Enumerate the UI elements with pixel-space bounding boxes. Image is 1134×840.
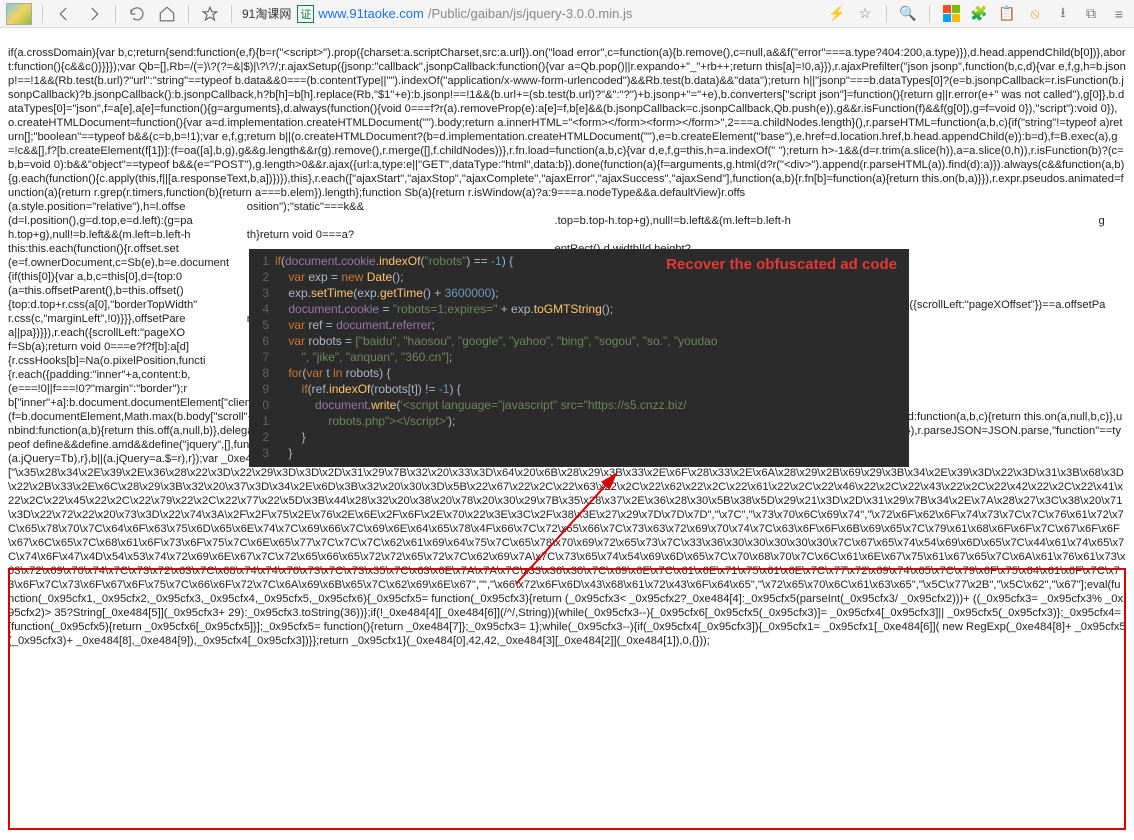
code-segment-1: if(a.crossDomain){var b,c;return{send:fu… xyxy=(8,47,1126,199)
favorite-button[interactable] xyxy=(199,3,221,25)
browser-toolbar: 91淘课网 证 www.91taoke.com/Public/gaiban/js… xyxy=(0,0,1134,28)
download-icon[interactable]: ⭳ xyxy=(1054,5,1072,23)
overlay-line: exp.setTime(exp.getTime() + 3600000); xyxy=(275,285,909,301)
overlay-line: if(ref.indexOf(robots[t]) != -1) { xyxy=(275,381,909,397)
back-button[interactable] xyxy=(53,3,75,25)
page-thumbnail xyxy=(6,3,32,25)
overlay-line: } xyxy=(275,429,909,445)
star-icon[interactable]: ☆ xyxy=(856,5,874,23)
separator xyxy=(115,5,116,23)
separator xyxy=(42,5,43,23)
overlay-line: document.cookie = "robots=1;expires=" + … xyxy=(275,301,909,317)
https-badge: 证 xyxy=(297,5,314,23)
block-icon[interactable]: ⦸ xyxy=(1026,5,1044,23)
overlay-line: robots.php"><\/script>'); xyxy=(275,413,909,429)
forward-button[interactable] xyxy=(83,3,105,25)
overlay-line: } xyxy=(275,445,909,461)
code-segment-2-left: (a.style.position="relative"),h=l.offse … xyxy=(8,200,240,396)
annotation-box xyxy=(8,568,1126,830)
pip-icon[interactable]: ⧉ xyxy=(1082,5,1100,23)
separator xyxy=(231,5,232,23)
overlay-line: var ref = document.referrer; xyxy=(275,317,909,333)
address-bar[interactable]: 91淘课网 证 www.91taoke.com/Public/gaiban/js… xyxy=(242,5,820,23)
overlay-title: Recover the obfuscated ad code xyxy=(666,257,897,273)
annotation-arrow xyxy=(506,464,636,594)
home-button[interactable] xyxy=(156,3,178,25)
code-overlay: Recover the obfuscated ad code 1if(docum… xyxy=(249,249,909,467)
separator xyxy=(886,5,887,23)
ms-apps-icon[interactable] xyxy=(942,5,960,23)
menu-icon[interactable]: ≡ xyxy=(1110,5,1128,23)
clipboard-icon[interactable]: 📋 xyxy=(998,5,1016,23)
separator xyxy=(188,5,189,23)
overlay-line: ", "jike", "anquan", "360.cn"]; xyxy=(275,349,909,365)
overlay-line: for(var t in robots) { xyxy=(275,365,909,381)
site-name: 91淘课网 xyxy=(242,5,291,22)
url-host: www.91taoke.com xyxy=(318,6,424,21)
search-icon[interactable]: 🔍 xyxy=(899,5,917,23)
right-icons: ⚡ ☆ 🔍 🧩 📋 ⦸ ⭳ ⧉ ≡ xyxy=(828,5,1128,23)
url-path: /Public/gaiban/js/jquery-3.0.0.min.js xyxy=(428,6,633,21)
separator xyxy=(929,5,930,23)
overlay-line: document.write('<script language="javasc… xyxy=(275,397,909,413)
refresh-button[interactable] xyxy=(126,3,148,25)
overlay-line: var robots = ["baidu", "haosou", "google… xyxy=(275,333,909,349)
extension-icon[interactable]: 🧩 xyxy=(970,5,988,23)
lightning-icon[interactable]: ⚡ xyxy=(828,5,846,23)
